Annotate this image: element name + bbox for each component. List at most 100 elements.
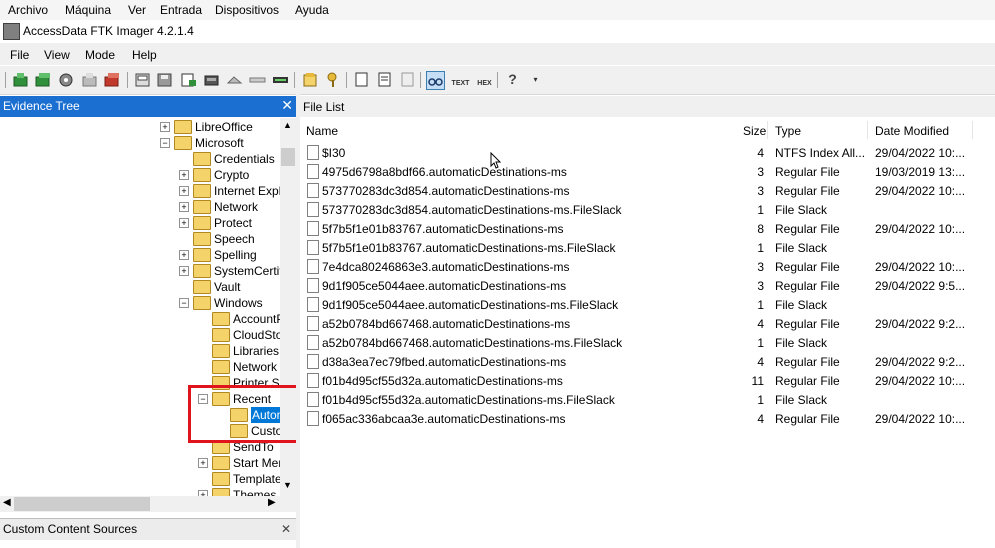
- vm-menu-dispositivos[interactable]: Dispositivos: [215, 3, 279, 17]
- file-icon: [307, 297, 319, 312]
- obtain-protected-files-icon[interactable]: [376, 71, 393, 88]
- file-date-modified: 29/04/2022 10:...: [875, 374, 966, 388]
- export-file-hash-icon[interactable]: [325, 71, 342, 88]
- vm-menu-ayuda[interactable]: Ayuda: [295, 3, 329, 17]
- column-divider[interactable]: [972, 121, 973, 139]
- file-size: 3: [757, 260, 764, 274]
- expand-icon[interactable]: +: [179, 218, 189, 228]
- expand-icon[interactable]: +: [179, 266, 189, 276]
- file-icon: [307, 202, 319, 217]
- vm-menu-archivo[interactable]: Archivo: [8, 3, 48, 17]
- file-type: File Slack: [775, 336, 828, 350]
- image-mounting-icon[interactable]: [58, 71, 75, 88]
- create-image-icon[interactable]: [134, 71, 151, 88]
- column-header-name[interactable]: Name: [306, 124, 338, 138]
- table-row[interactable]: 4975d6798a8bdf66.automaticDestinations-m…: [300, 162, 995, 181]
- scroll-up-icon[interactable]: ▲: [283, 120, 292, 130]
- table-row[interactable]: f01b4d95cf55d32a.automaticDestinations-m…: [300, 371, 995, 390]
- add-to-custom-content-icon[interactable]: [203, 71, 220, 88]
- table-row[interactable]: 573770283dc3d854.automaticDestinations-m…: [300, 200, 995, 219]
- folder-icon: [193, 152, 211, 166]
- add-evidence-icon[interactable]: [12, 71, 29, 88]
- menu-help[interactable]: Help: [132, 48, 157, 62]
- table-row[interactable]: 9d1f905ce5044aee.automaticDestinations-m…: [300, 295, 995, 314]
- column-divider[interactable]: [767, 121, 768, 139]
- help-icon[interactable]: ?: [504, 71, 521, 88]
- remove-evidence-icon[interactable]: [81, 71, 98, 88]
- tree-horizontal-scrollbar[interactable]: ◀ ▶: [0, 496, 296, 512]
- table-row[interactable]: d38a3ea7ec79fbed.automaticDestinations-m…: [300, 352, 995, 371]
- text-mode-icon[interactable]: TEXT: [451, 71, 470, 88]
- file-size: 3: [757, 279, 764, 293]
- toolbar-dropdown-icon[interactable]: ▾: [527, 71, 544, 88]
- export-disk-image-icon[interactable]: [156, 71, 173, 88]
- detect-efs-icon[interactable]: [272, 71, 289, 88]
- close-icon[interactable]: ✕: [281, 97, 293, 114]
- table-row[interactable]: 7e4dca80246863e3.automaticDestinations-m…: [300, 257, 995, 276]
- table-row[interactable]: 573770283dc3d854.automaticDestinations-m…: [300, 181, 995, 200]
- toolbar-separator: [497, 72, 498, 88]
- scroll-right-icon[interactable]: ▶: [268, 497, 276, 508]
- file-list-title: File List: [303, 100, 345, 114]
- file-name: 9d1f905ce5044aee.automaticDestinations-m…: [322, 279, 567, 293]
- hex-view-icon[interactable]: HEX: [475, 71, 494, 88]
- column-header-type[interactable]: Type: [775, 124, 801, 138]
- file-size: 3: [757, 165, 764, 179]
- decrypt-icon[interactable]: [249, 71, 266, 88]
- file-name: d38a3ea7ec79fbed.automaticDestinations-m…: [322, 355, 567, 369]
- menu-file[interactable]: File: [10, 48, 29, 62]
- expand-icon[interactable]: +: [179, 202, 189, 212]
- column-divider[interactable]: [867, 121, 868, 139]
- vm-menu-maquina[interactable]: Máquina: [65, 3, 111, 17]
- expand-icon[interactable]: +: [198, 458, 208, 468]
- vm-menu-entrada[interactable]: Entrada: [160, 3, 202, 17]
- expand-icon[interactable]: +: [179, 186, 189, 196]
- file-date-modified: 29/04/2022 9:2...: [875, 317, 966, 331]
- table-row[interactable]: 5f7b5f1e01b83767.automaticDestinations-m…: [300, 238, 995, 257]
- collapse-icon[interactable]: −: [160, 138, 170, 148]
- table-row[interactable]: 9d1f905ce5044aee.automaticDestinations-m…: [300, 276, 995, 295]
- column-header-date[interactable]: Date Modified: [875, 124, 949, 138]
- menu-view[interactable]: View: [44, 48, 70, 62]
- scrollbar-thumb[interactable]: [14, 497, 150, 511]
- toolbar-separator: [5, 72, 6, 88]
- expand-icon[interactable]: +: [179, 170, 189, 180]
- table-row[interactable]: f065ac336abcaa3e.automaticDestinations-m…: [300, 409, 995, 428]
- create-custom-image-icon[interactable]: [226, 71, 243, 88]
- export-logical-image-icon[interactable]: [180, 71, 197, 88]
- table-row[interactable]: f01b4d95cf55d32a.automaticDestinations-m…: [300, 390, 995, 409]
- collapse-icon[interactable]: −: [179, 298, 189, 308]
- table-row[interactable]: a52b0784bd667468.automaticDestinations-m…: [300, 333, 995, 352]
- file-icon: [307, 316, 319, 331]
- text-view-icon[interactable]: [426, 71, 445, 90]
- vm-menu-ver[interactable]: Ver: [128, 3, 146, 17]
- file-name: f065ac336abcaa3e.automaticDestinations-m…: [322, 412, 566, 426]
- expand-icon[interactable]: +: [160, 122, 170, 132]
- capture-memory-icon[interactable]: [353, 71, 370, 88]
- file-date-modified: 29/04/2022 10:...: [875, 222, 966, 236]
- auto-view-icon[interactable]: [399, 71, 416, 88]
- table-row[interactable]: $I30 4 NTFS Index All... 29/04/2022 10:...: [300, 143, 995, 162]
- file-list-header: File List: [300, 96, 995, 117]
- table-row[interactable]: 5f7b5f1e01b83767.automaticDestinations-m…: [300, 219, 995, 238]
- scroll-left-icon[interactable]: ◀: [3, 497, 11, 508]
- file-name: 5f7b5f1e01b83767.automaticDestinations-m…: [322, 222, 564, 236]
- column-header-size[interactable]: Size: [743, 124, 766, 138]
- file-type: File Slack: [775, 298, 828, 312]
- folder-icon: [193, 216, 211, 230]
- folder-icon: [193, 248, 211, 262]
- expand-icon[interactable]: +: [179, 250, 189, 260]
- export-files-icon[interactable]: [302, 71, 319, 88]
- table-row[interactable]: a52b0784bd667468.automaticDestinations-m…: [300, 314, 995, 333]
- scrollbar-thumb[interactable]: [281, 148, 295, 166]
- scroll-down-icon[interactable]: ▼: [283, 480, 292, 490]
- file-name: f01b4d95cf55d32a.automaticDestinations-m…: [322, 393, 615, 407]
- add-all-evidence-icon[interactable]: [35, 71, 52, 88]
- close-icon[interactable]: ✕: [281, 522, 291, 536]
- toolbar-separator: [420, 72, 421, 88]
- evidence-tree-title: Evidence Tree: [3, 99, 80, 113]
- remove-all-evidence-icon[interactable]: [104, 71, 121, 88]
- menu-mode[interactable]: Mode: [85, 48, 115, 62]
- file-size: 1: [757, 298, 764, 312]
- file-list[interactable]: Name Size Type Date Modified $I30 4 NTFS I…: [300, 118, 995, 548]
